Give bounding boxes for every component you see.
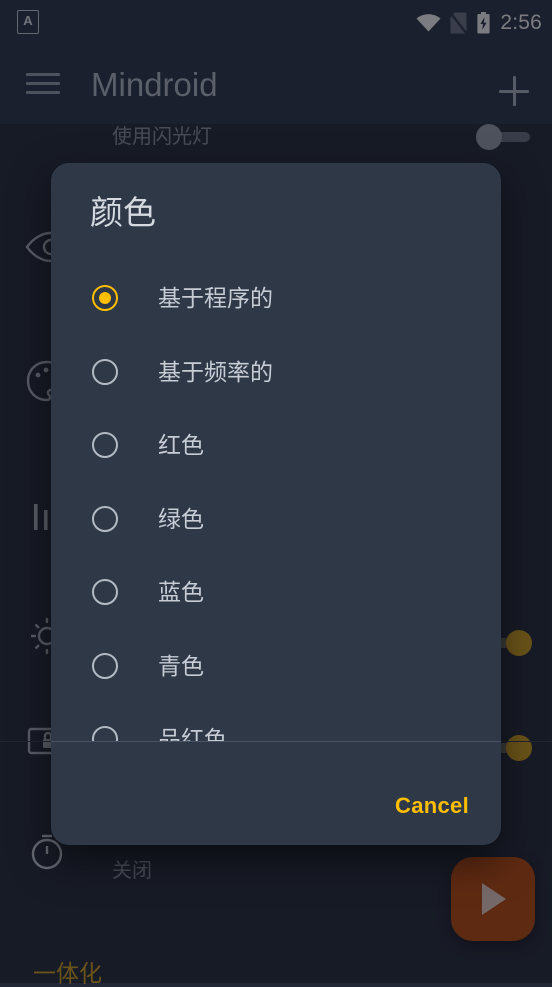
radio-option-red[interactable]: 红色 bbox=[51, 418, 501, 492]
color-picker-dialog: 颜色 基于程序的 基于频率的 红色 绿色 蓝色 青色 品红色 Cancel bbox=[51, 163, 501, 845]
radio-option-label: 基于频率的 bbox=[158, 358, 273, 385]
radio-dot-icon bbox=[99, 292, 111, 304]
radio-button-icon[interactable] bbox=[92, 358, 118, 385]
radio-option-program-based[interactable]: 基于程序的 bbox=[51, 271, 501, 345]
radio-option-blue[interactable]: 蓝色 bbox=[51, 565, 501, 639]
radio-button-icon[interactable] bbox=[92, 432, 118, 458]
color-options-list[interactable]: 基于程序的 基于频率的 红色 绿色 蓝色 青色 品红色 bbox=[51, 271, 501, 741]
radio-button-icon[interactable] bbox=[92, 579, 118, 605]
radio-button-icon[interactable] bbox=[92, 726, 118, 741]
dialog-divider bbox=[51, 741, 501, 742]
radio-option-green[interactable]: 绿色 bbox=[51, 492, 501, 566]
radio-option-label: 基于程序的 bbox=[158, 285, 273, 311]
radio-option-label: 红色 bbox=[158, 432, 204, 458]
radio-option-label: 绿色 bbox=[158, 505, 204, 532]
radio-option-magenta[interactable]: 品红色 bbox=[51, 712, 501, 741]
radio-option-cyan[interactable]: 青色 bbox=[51, 639, 501, 713]
cancel-button[interactable]: Cancel bbox=[385, 785, 479, 827]
radio-option-label: 蓝色 bbox=[158, 579, 204, 605]
radio-option-label: 青色 bbox=[158, 652, 204, 679]
radio-option-frequency-based[interactable]: 基于频率的 bbox=[51, 345, 501, 419]
dialog-title: 颜色 bbox=[90, 194, 156, 231]
radio-button-icon[interactable] bbox=[92, 652, 118, 679]
radio-option-label: 品红色 bbox=[158, 726, 227, 741]
dialog-header: 颜色 bbox=[51, 163, 501, 273]
radio-button-icon[interactable] bbox=[92, 285, 118, 311]
radio-button-icon[interactable] bbox=[92, 505, 118, 532]
